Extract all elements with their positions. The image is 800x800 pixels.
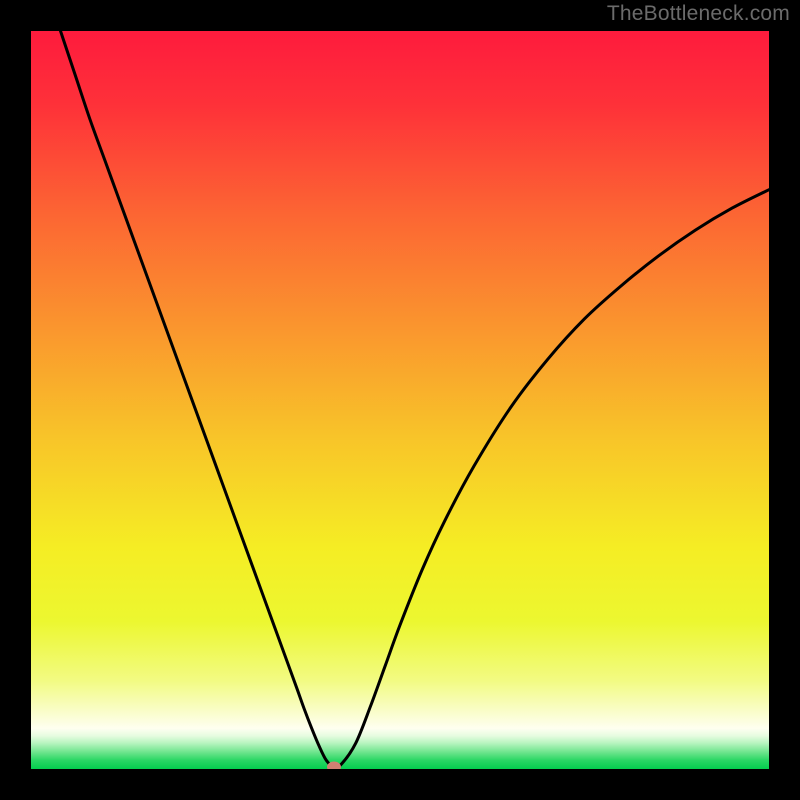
watermark-text: TheBottleneck.com [607,2,790,26]
plot-area [31,31,769,769]
bottleneck-curve [31,31,769,769]
optimal-point-marker [327,761,341,769]
chart-frame: TheBottleneck.com [0,0,800,800]
